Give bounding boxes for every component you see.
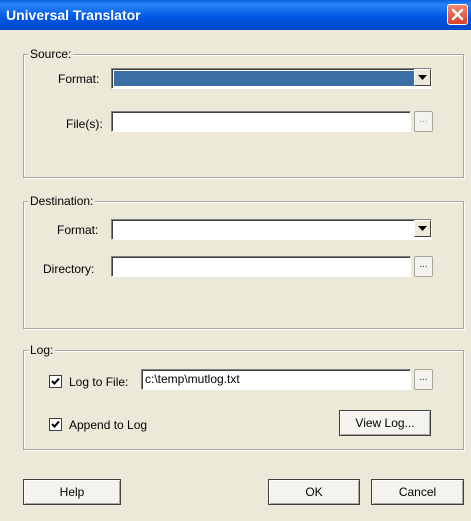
title-bar[interactable]: Universal Translator: [0, 0, 471, 30]
chevron-down-icon: [418, 75, 427, 80]
log-to-file-checkbox[interactable]: [49, 375, 62, 388]
checkmark-icon: [51, 377, 60, 385]
destination-format-label: Format:: [57, 223, 99, 237]
selection-highlight: [114, 71, 429, 86]
log-legend: Log:: [28, 343, 56, 357]
source-files-label: File(s):: [66, 117, 103, 131]
log-file-input[interactable]: c:\temp\mutlog.txt: [141, 369, 411, 390]
checkmark-icon: [51, 420, 60, 428]
append-to-log-checkbox[interactable]: [49, 418, 62, 431]
destination-directory-input[interactable]: [111, 256, 411, 277]
close-button[interactable]: [447, 4, 468, 25]
destination-browse-button[interactable]: ...: [414, 256, 433, 277]
log-to-file-label[interactable]: Log to File:: [69, 375, 128, 389]
help-button[interactable]: Help: [23, 479, 121, 505]
source-legend: Source:: [28, 47, 74, 61]
source-format-label: Format:: [58, 72, 100, 86]
destination-directory-label: Directory:: [43, 262, 95, 276]
chevron-down-icon: [418, 226, 427, 231]
source-format-select[interactable]: [111, 68, 432, 89]
close-icon: [451, 8, 464, 21]
window-title: Universal Translator: [6, 7, 141, 23]
cancel-button[interactable]: Cancel: [371, 479, 464, 505]
log-browse-button[interactable]: ...: [414, 369, 433, 390]
source-files-input[interactable]: [111, 111, 411, 132]
ok-button[interactable]: OK: [268, 479, 360, 505]
view-log-button[interactable]: View Log...: [339, 410, 431, 436]
destination-format-dropdown-button[interactable]: [414, 220, 431, 237]
append-to-log-label[interactable]: Append to Log: [69, 418, 147, 432]
destination-legend: Destination:: [28, 194, 96, 208]
source-browse-button[interactable]: ...: [414, 111, 433, 132]
source-format-dropdown-button[interactable]: [414, 69, 431, 86]
destination-format-select[interactable]: [111, 219, 432, 240]
log-file-value: c:\temp\mutlog.txt: [145, 372, 240, 386]
